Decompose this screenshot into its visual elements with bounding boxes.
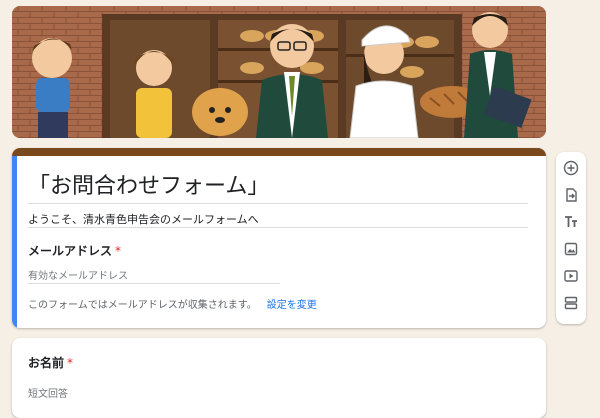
- form-description[interactable]: ようこそ、清水青色申告会のメールフォームへ: [28, 211, 259, 227]
- name-question-card[interactable]: [12, 338, 546, 418]
- name-label-text: お名前: [28, 356, 65, 370]
- floating-toolbar: [556, 152, 586, 324]
- required-mark: *: [115, 244, 122, 258]
- theme-color-bar: [12, 148, 546, 156]
- email-collection-note: このフォームではメールアドレスが収集されます。 設定を変更: [28, 296, 317, 311]
- header-banner-image: [12, 6, 546, 138]
- add-video-icon[interactable]: [561, 266, 581, 286]
- active-card-indicator: [12, 156, 17, 328]
- description-underline: [28, 227, 528, 228]
- add-section-icon[interactable]: [561, 293, 581, 313]
- email-label-text: メールアドレス: [28, 244, 113, 258]
- name-input-placeholder[interactable]: 短文回答: [28, 385, 68, 400]
- email-input-underline: [28, 283, 280, 284]
- email-collection-note-text: このフォームではメールアドレスが収集されます。: [28, 300, 257, 311]
- form-title[interactable]: 「お問合わせフォーム」: [28, 168, 269, 200]
- add-title-icon[interactable]: [561, 212, 581, 232]
- import-questions-icon[interactable]: [561, 185, 581, 205]
- email-input-placeholder[interactable]: 有効なメールアドレス: [28, 267, 128, 282]
- add-question-icon[interactable]: [561, 158, 581, 178]
- email-question-label: メールアドレス *: [28, 242, 121, 259]
- change-settings-link[interactable]: 設定を変更: [267, 300, 317, 311]
- add-image-icon[interactable]: [561, 239, 581, 259]
- name-question-label: お名前 *: [28, 354, 73, 371]
- required-mark: *: [67, 356, 74, 370]
- title-underline: [28, 203, 528, 204]
